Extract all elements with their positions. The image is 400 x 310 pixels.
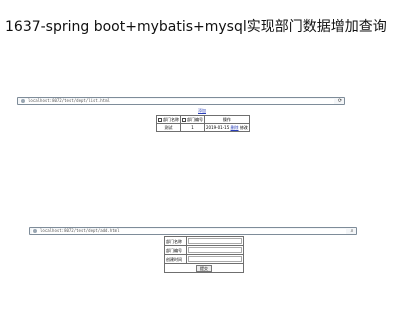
form-row: 部门编号	[164, 245, 244, 255]
checkbox[interactable]	[182, 117, 186, 122]
form-row: 提交	[164, 263, 244, 273]
cell-actions: 2019-01-15 删除 修改	[204, 123, 250, 132]
dept-name-input[interactable]	[188, 238, 242, 244]
browser-address-bar-list[interactable]: localhost:8072/test/dept/list.html ⟳	[17, 97, 345, 105]
dept-id-input[interactable]	[188, 247, 242, 253]
table-row: 测试 1 2019-01-15 删除 修改	[156, 123, 250, 132]
table-header-row: 部门名称 部门编号 操作	[156, 115, 250, 124]
reload-icon[interactable]: ⟳	[337, 98, 343, 104]
edit-link[interactable]: 修改	[240, 125, 248, 130]
delete-link[interactable]: 删除	[231, 125, 239, 130]
submit-cell: 提交	[164, 263, 244, 273]
page-icon	[33, 229, 37, 233]
field-cell	[186, 245, 244, 255]
address-url: localhost:8072/test/dept/add.html	[40, 228, 120, 233]
column-header: 操作	[204, 115, 250, 124]
cell-dept-id: 1	[180, 123, 205, 132]
address-url: localhost:8072/test/dept/list.html	[28, 98, 110, 103]
page-title: 1637-spring boot+mybatis+mysql实现部门数据增加查询	[5, 19, 387, 35]
browser-address-bar-add[interactable]: localhost:8072/test/dept/add.html ⌕	[29, 227, 357, 235]
form-row: 部门名称	[164, 236, 244, 246]
column-header: 部门名称	[156, 115, 181, 124]
add-dept-form: 部门名称 部门编号 创建时间 提交	[164, 236, 244, 273]
create-time-input[interactable]	[188, 256, 242, 262]
checkbox[interactable]	[158, 117, 162, 122]
search-icon[interactable]: ⌕	[349, 228, 355, 234]
submit-button[interactable]: 提交	[196, 264, 212, 272]
add-dept-link[interactable]: 添加	[198, 108, 206, 113]
cell-date: 2019-01-15	[206, 124, 230, 130]
form-row: 创建时间	[164, 254, 244, 264]
page-icon	[21, 99, 25, 103]
field-label: 部门名称	[164, 236, 187, 246]
field-cell	[186, 236, 244, 246]
dept-list-table: 部门名称 部门编号 操作 测试 1 2019-01-15 删除 修改	[156, 115, 250, 132]
field-label: 创建时间	[164, 254, 187, 264]
column-header: 部门编号	[180, 115, 205, 124]
field-label: 部门编号	[164, 245, 187, 255]
cell-dept-name: 测试	[156, 123, 181, 132]
field-cell	[186, 254, 244, 264]
